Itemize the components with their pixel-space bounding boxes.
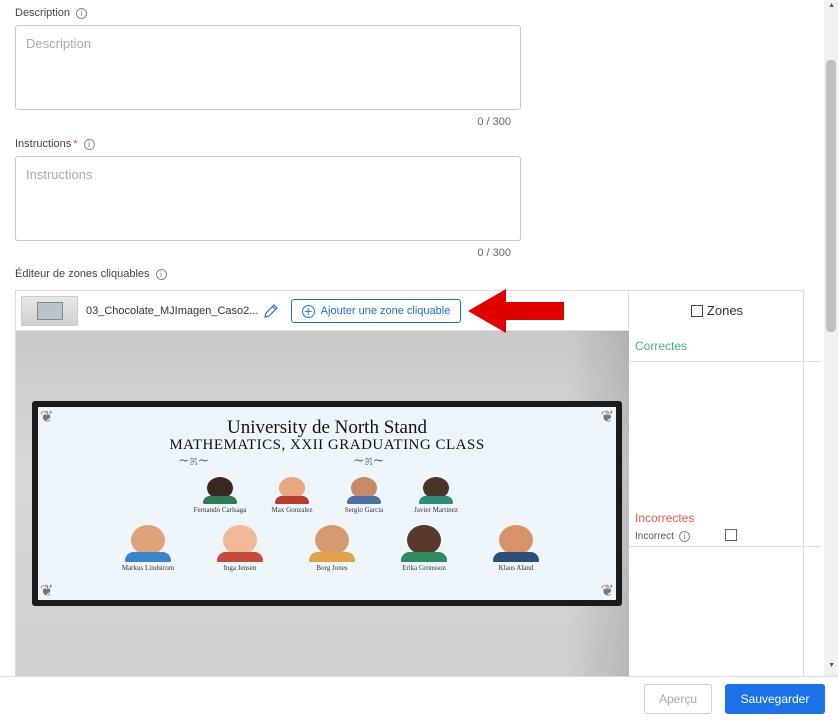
avatar-shoulders: [275, 496, 309, 504]
avatar-shoulders: [493, 552, 539, 562]
editor-label: Éditeur de zones cliquables: [15, 268, 150, 280]
graduate-name: Max Gonzalez: [271, 506, 313, 514]
graduate-avatar: Javier Martinez: [401, 477, 471, 514]
plus-circle-icon: +: [301, 304, 315, 318]
info-icon[interactable]: i: [678, 531, 690, 542]
image-canvas[interactable]: University de North Stand MATHEMATICS, X…: [16, 331, 629, 681]
add-zone-button[interactable]: + Ajouter une zone cliquable: [291, 299, 461, 323]
graduate-avatar: Fernando Carlsaga: [185, 477, 255, 514]
avatar-shoulders: [347, 496, 381, 504]
description-label-row: Description i: [15, 7, 88, 19]
editor-label-row: Éditeur de zones cliquables i: [15, 268, 167, 280]
graduate-name: Erika Gronsson: [402, 564, 446, 572]
graduate-avatar: Erika Gronsson: [389, 525, 459, 572]
instructions-label: Instructions *: [15, 138, 78, 150]
zones-panel: Zones Correctes Incorrectes Incorrect i: [629, 291, 821, 679]
corner-ornament-icon: ❦: [600, 407, 614, 426]
zones-title: Zones: [706, 303, 744, 318]
graduate-avatar: Borg Jones: [297, 525, 367, 572]
picture-frame: University de North Stand MATHEMATICS, X…: [32, 401, 622, 606]
avatar-shoulders: [419, 496, 453, 504]
red-arrow-icon: [468, 289, 564, 333]
page-scrollbar[interactable]: ▲ ▼: [824, 0, 838, 676]
add-zone-label: Ajouter une zone cliquable: [320, 305, 451, 317]
instructions-counter: 0 / 300: [477, 247, 511, 259]
avatar-shoulders: [401, 552, 447, 562]
instructions-placeholder: Instructions: [26, 167, 93, 182]
graduate-name: Markus Lindstrom: [121, 564, 175, 572]
graduate-name: Inga Jensen: [223, 564, 257, 572]
scroll-up-icon[interactable]: ▲: [828, 2, 835, 9]
instructions-label-row: Instructions * i: [15, 138, 95, 150]
incorrect-zone-item: Incorrect i: [635, 531, 690, 542]
graduation-board: University de North Stand MATHEMATICS, X…: [38, 407, 616, 600]
board-title: University de North Stand: [226, 417, 427, 438]
avatar-shoulders: [203, 496, 237, 504]
zones-icon: [690, 304, 703, 317]
clickable-zone-editor: 03_Chocolate_MJImagen_Caso2... + Ajouter…: [15, 290, 821, 681]
pencil-icon[interactable]: [263, 303, 279, 319]
ornament-icon: ~೫~: [353, 453, 385, 469]
preview-button[interactable]: Aperçu: [644, 684, 712, 714]
graduate-name: Borg Jones: [316, 564, 348, 572]
graduate-avatar: Max Gonzalez: [257, 477, 327, 514]
graduate-name: Sergio Garcia: [344, 506, 384, 514]
graduate-avatar: Sergio Garcia: [329, 477, 399, 514]
avatar-face: [315, 525, 349, 555]
board-subtitle: MATHEMATICS, XXII GRADUATING CLASS: [169, 437, 485, 453]
avatar-shoulders: [217, 552, 263, 562]
scrollbar-thumb[interactable]: [826, 60, 836, 332]
incorrect-checkbox[interactable]: [725, 529, 737, 541]
graduate-name: Javier Martinez: [414, 506, 458, 514]
incorrect-zone-label: Incorrect: [635, 531, 674, 542]
avatar-face: [407, 525, 441, 555]
info-icon[interactable]: i: [76, 7, 88, 19]
editor-image-panel: 03_Chocolate_MJImagen_Caso2... + Ajouter…: [16, 291, 629, 681]
ornament-icon: ~೫~: [178, 453, 210, 469]
image-filename: 03_Chocolate_MJImagen_Caso2...: [86, 305, 259, 317]
correct-zones-heading: Correctes: [635, 339, 688, 353]
description-textarea[interactable]: Description: [15, 25, 521, 110]
corner-ornament-icon: ❦: [40, 407, 54, 426]
instructions-textarea[interactable]: Instructions: [15, 156, 521, 241]
incorrect-zones-heading: Incorrectes: [635, 511, 695, 525]
corner-ornament-icon: ❦: [600, 581, 614, 600]
graduate-name: Fernando Carlsaga: [193, 506, 247, 514]
avatar-shoulders: [125, 552, 171, 562]
zones-header: Zones: [629, 303, 805, 318]
avatar-face: [223, 525, 257, 555]
save-button[interactable]: Sauvegarder: [725, 684, 825, 714]
footer-bar: Aperçu Sauvegarder: [0, 676, 838, 720]
graduate-name: Klaus Aland: [498, 564, 534, 572]
graduate-avatar: Klaus Aland: [481, 525, 551, 572]
description-placeholder: Description: [26, 36, 92, 51]
scroll-down-icon[interactable]: ▼: [828, 662, 835, 669]
graduate-avatar: Inga Jensen: [205, 525, 275, 572]
avatar-face: [499, 525, 533, 555]
avatar-face: [131, 525, 165, 555]
corner-ornament-icon: ❦: [40, 581, 54, 600]
description-label: Description: [15, 7, 71, 19]
info-icon[interactable]: i: [83, 138, 95, 150]
graduate-avatar: Markus Lindstrom: [113, 525, 183, 572]
avatar-shoulders: [309, 552, 355, 562]
image-thumbnail[interactable]: [21, 296, 78, 326]
description-counter: 0 / 300: [477, 116, 511, 128]
info-icon[interactable]: i: [155, 268, 167, 280]
